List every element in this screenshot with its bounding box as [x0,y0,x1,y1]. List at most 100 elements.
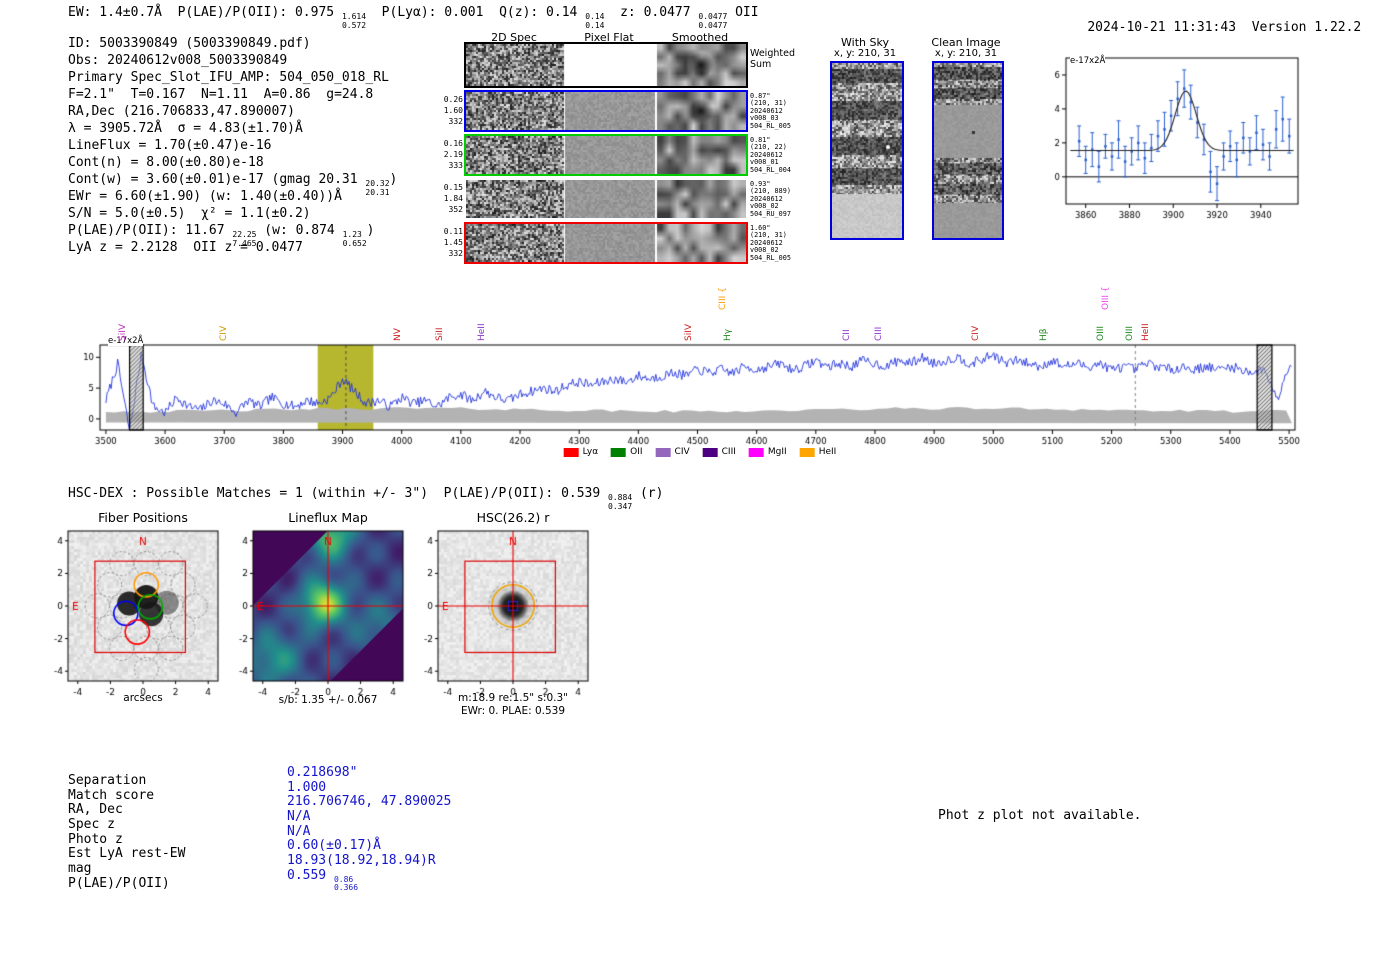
match-table-label: Separation [68,773,147,788]
legend-label: CIV [674,447,690,457]
strip-right-info: 0.87" (210, 31) 20240612 v008_03 504_RL_005 [750,92,812,130]
spectrum-legend: Lyα OII CIV CIII MgII HeII [563,447,837,457]
with-sky-xy: x, y: 210, 31 [833,48,897,59]
fit-plot-ylabel: e-17x2Å [1070,56,1106,66]
hi-lo-values: 0.884 0.347 [608,493,632,511]
text-segment: P(Lyα): 0.001 Q(z): 0.14 [366,5,586,20]
spectral-line-label: SiII [434,327,445,341]
match-table-label: Photo z [68,831,123,847]
match-table-value: N/A [287,809,451,825]
legend-swatch [655,447,671,457]
text-segment: HSC-DEX : Possible Matches = 1 (within +… [68,486,609,501]
info-line: RA,Dec (216.706833,47.890007) [68,104,397,121]
lineflux-caption: s/b: 1.35 +/- 0.067 [278,694,378,706]
legend-item: HeII [799,447,837,457]
spectral-line-label: CIII [874,326,885,341]
lo-value: 20.31 [365,187,390,197]
detection-info-block: ID: 5003390849 (5003390849.pdf) Obs: 2024… [68,36,397,257]
with-sky-image [830,61,904,240]
match-table-value: 0.559 0.86 0.366 [287,868,451,892]
text-segment: ) [366,223,375,238]
legend-swatch [702,447,718,457]
spectral-line-label: SiIV [684,323,695,341]
match-table-value: 0.60(±0.17)Å [287,839,451,854]
match-table-label: Est LyA rest-EW [68,846,186,862]
match-table-value: 1.000 [287,779,451,796]
text-segment: Obs: 20240612v008_5003390849 [68,53,288,68]
fiber-2d-strip [466,92,746,130]
hi-lo-values: 0.0477 0.0477 [698,12,728,30]
legend-item: CIII [702,447,736,457]
spectral-line-label: Hγ [722,328,733,341]
weighted-sum-2d-strip [466,44,746,86]
spectral-line-label: CIV [218,325,229,341]
lo-value: 0.572 [341,20,367,30]
text-segment: λ = 3905.72Å σ = 4.83(±1.70)Å [68,121,303,136]
strip-left-stats: 0.11 1.45 332 [430,226,463,259]
spectral-line-label: OIII [1124,325,1135,341]
strip-left-stats: 0.15 1.84 352 [430,182,463,215]
info-line: 504_RL_004 [750,165,791,174]
text-segment: 1.000 [287,779,327,795]
spectral-line-label: OIII { [1101,286,1112,310]
info-line: 504_RL_005 [750,253,791,262]
stat-line: 0.11 [443,227,463,236]
hi-lo-values: 0.86 0.366 [334,875,358,893]
spectral-line-label: SiIV [118,323,129,341]
fiber-positions-plot [34,525,226,709]
text-segment: Cont(w) = 3.60(±0.01)e-17 (gmag 20.31 [68,172,366,187]
info-line: LineFlux = 1.70(±0.47)e-16 [68,138,397,155]
legend-item: MgII [748,447,787,457]
photz-note: Phot z plot not available. [938,808,1142,823]
strip-right-info: 1.60" (210, 31) 20240612 v008_02 504_RL_005 [750,224,812,262]
text-segment: F=2.1" T=0.167 N=1.11 A=0.86 g=24.8 [68,87,374,102]
spectral-line-label: CIII { [718,287,729,310]
match-table-value: 0.218698" [287,765,451,781]
elixer-report-page: EW: 1.4±0.7Å P(LAE)/P(OII): 0.975 1.614 0… [0,0,1400,953]
spectral-line-label: OIII [1095,325,1106,341]
info-line: Cont(w) = 3.60(±0.01)e-17 (gmag 20.31 20… [68,172,397,196]
fiber-xlabel: arcsecs [123,692,163,704]
text-segment: 0.218698" [287,765,358,780]
hi-lo-values: 20.32 20.31 [365,179,390,197]
lo-value: 0.0477 [698,20,728,30]
text-segment: (w: 0.874 [256,223,343,238]
col-header-smoothed: Smoothed [671,31,729,44]
info-line: ID: 5003390849 (5003390849.pdf) [68,36,397,53]
info-line: S/N = 5.0(±0.5) χ² = 1.1(±0.2) [68,206,397,223]
stat-line: 0.15 [443,183,463,192]
fiber-2d-strip [466,224,746,262]
stat-line: 0.16 [443,139,463,148]
hsc-caption-1: m:18.9 re:1.5" s:0.3" [458,692,568,704]
legend-item: Lyα [563,447,598,457]
info-line: 504_RL_005 [750,121,791,130]
text-segment: (r) [632,486,664,501]
stat-line: 332 [448,117,463,126]
stat-line: 1.84 [443,194,463,203]
clean-image-xy: x, y: 210, 31 [934,48,998,59]
match-table-label: RA, Dec [68,802,123,818]
info-line: Primary Spec_Slot_IFU_AMP: 504_050_018_R… [68,70,397,87]
hi-lo-values: 1.614 0.572 [341,12,367,30]
text-segment: RA,Dec (216.706833,47.890007) [68,104,295,119]
spectral-line-label: CIV [971,325,982,341]
col-header-2d-spec: 2D Spec [491,31,537,44]
strip-right-info: 0.81" (210, 22) 20240612 v008_01 504_RL_004 [750,136,812,174]
text-segment: OII [727,5,759,20]
strip-left-stats: 0.26 1.60 332 [430,94,463,127]
text-segment: LyA z = 2.2128 OII z = 0.0477 [68,240,303,255]
hi-lo-values: 0.14 0.14 [585,12,604,30]
stat-line: 0.26 [443,95,463,104]
stat-line: 333 [448,161,463,170]
spectral-line-label: HeII [477,323,488,341]
match-table-values: 0.218698" 1.000 216.706746, 47.890025 N/A N/… [287,765,451,892]
full-spectrum-plot [75,332,1310,450]
spectral-line-label: Hβ [1038,328,1049,341]
col-header-pixel-flat: Pixel Flat [584,31,634,44]
info-line: F=2.1" T=0.167 N=1.11 A=0.86 g=24.8 [68,87,397,104]
text-segment: LineFlux = 1.70(±0.47)e-16 [68,138,272,153]
stat-line: 352 [448,205,463,214]
match-table-value: 18.93(18.92,18.94)R [287,853,451,869]
strip-left-stats: 0.16 2.19 333 [430,138,463,171]
legend-label: HeII [818,447,837,457]
